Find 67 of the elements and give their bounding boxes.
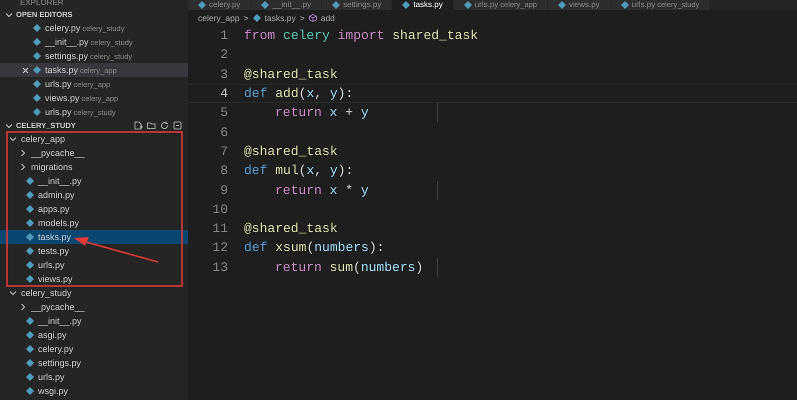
collapse-all-icon[interactable] (173, 121, 182, 130)
python-file-icon (558, 1, 566, 9)
folder-item[interactable]: __pycache__ (0, 146, 188, 160)
line-number: 9 (219, 182, 228, 198)
line-number: 7 (219, 144, 228, 159)
file-item[interactable]: __init__.py (0, 314, 188, 328)
file-item[interactable]: urls.py (0, 370, 188, 384)
folder-item[interactable]: migrations (0, 160, 188, 174)
file-item[interactable]: apps.py (0, 202, 188, 216)
python-file-icon (198, 1, 206, 9)
line-number: 3 (219, 66, 228, 82)
code-line: return x + y (275, 105, 369, 120)
file-item[interactable]: tasks.py (0, 230, 188, 244)
breadcrumb-separator: > (300, 13, 305, 23)
line-number: 1 (219, 28, 228, 44)
code-line: return x * y (275, 182, 369, 198)
folder-item[interactable]: celery_study (0, 286, 188, 300)
folder-item[interactable]: celery_app (0, 132, 188, 146)
breadcrumb-item[interactable]: add (320, 13, 335, 23)
file-item[interactable]: tests.py (0, 244, 188, 258)
code-line: @shared_task (244, 221, 338, 236)
file-item[interactable]: asgi.py (0, 328, 188, 342)
line-number: 4 (219, 86, 228, 102)
code-line: return sum(numbers) (275, 260, 424, 275)
line-number: 6 (219, 124, 228, 140)
editor-tab[interactable]: celery.py (188, 0, 252, 10)
code-line: def mul(x, y): (244, 163, 354, 178)
chevron-down-icon[interactable] (9, 289, 17, 297)
close-icon[interactable] (22, 66, 29, 74)
file-item[interactable]: __init__.py (0, 174, 188, 188)
editor-tab[interactable]: __init__.py (251, 0, 322, 10)
line-number: 11 (211, 221, 228, 236)
line-number: 2 (219, 47, 228, 62)
folder-item[interactable]: __pycache__ (0, 300, 188, 314)
code-line: def xsum(numbers): (244, 240, 384, 256)
new-file-icon[interactable] (134, 121, 143, 130)
python-file-icon (402, 1, 410, 9)
file-item[interactable]: urls.py (0, 258, 188, 272)
code-line: @shared_task (244, 66, 338, 82)
line-number: 12 (211, 240, 228, 256)
breadcrumb-separator: > (244, 13, 249, 23)
line-number: 8 (219, 163, 228, 178)
file-item[interactable]: models.py (0, 216, 188, 230)
chevron-down-icon[interactable] (5, 10, 13, 18)
breadcrumb-item[interactable]: celery_app (198, 13, 240, 23)
file-item[interactable]: settings.py (0, 356, 188, 370)
chevron-right-icon[interactable] (19, 303, 27, 311)
line-number: 5 (219, 105, 228, 120)
file-item[interactable]: wsgi.py (0, 384, 188, 398)
breadcrumb-item[interactable]: tasks.py (264, 13, 296, 23)
editor-tab[interactable]: settings.py (322, 0, 392, 10)
code-line: def add(x, y): (244, 86, 354, 102)
editor-tab[interactable]: tasks.py (392, 0, 454, 10)
cube-icon (308, 14, 317, 22)
python-file-icon (620, 1, 629, 9)
code-line: @shared_task (244, 144, 338, 159)
line-number: 13 (211, 260, 228, 275)
file-item[interactable]: admin.py (0, 188, 188, 202)
python-file-icon (464, 1, 472, 9)
line-number: 10 (211, 202, 228, 217)
file-item[interactable]: celery.py (0, 342, 188, 356)
editor-tab[interactable]: views.py (548, 0, 611, 10)
file-item[interactable]: views.py (0, 272, 188, 286)
refresh-icon[interactable] (160, 121, 169, 130)
new-folder-icon[interactable] (147, 121, 156, 130)
code-line: from celery import shared_task (244, 28, 478, 44)
python-file-icon (332, 1, 340, 9)
